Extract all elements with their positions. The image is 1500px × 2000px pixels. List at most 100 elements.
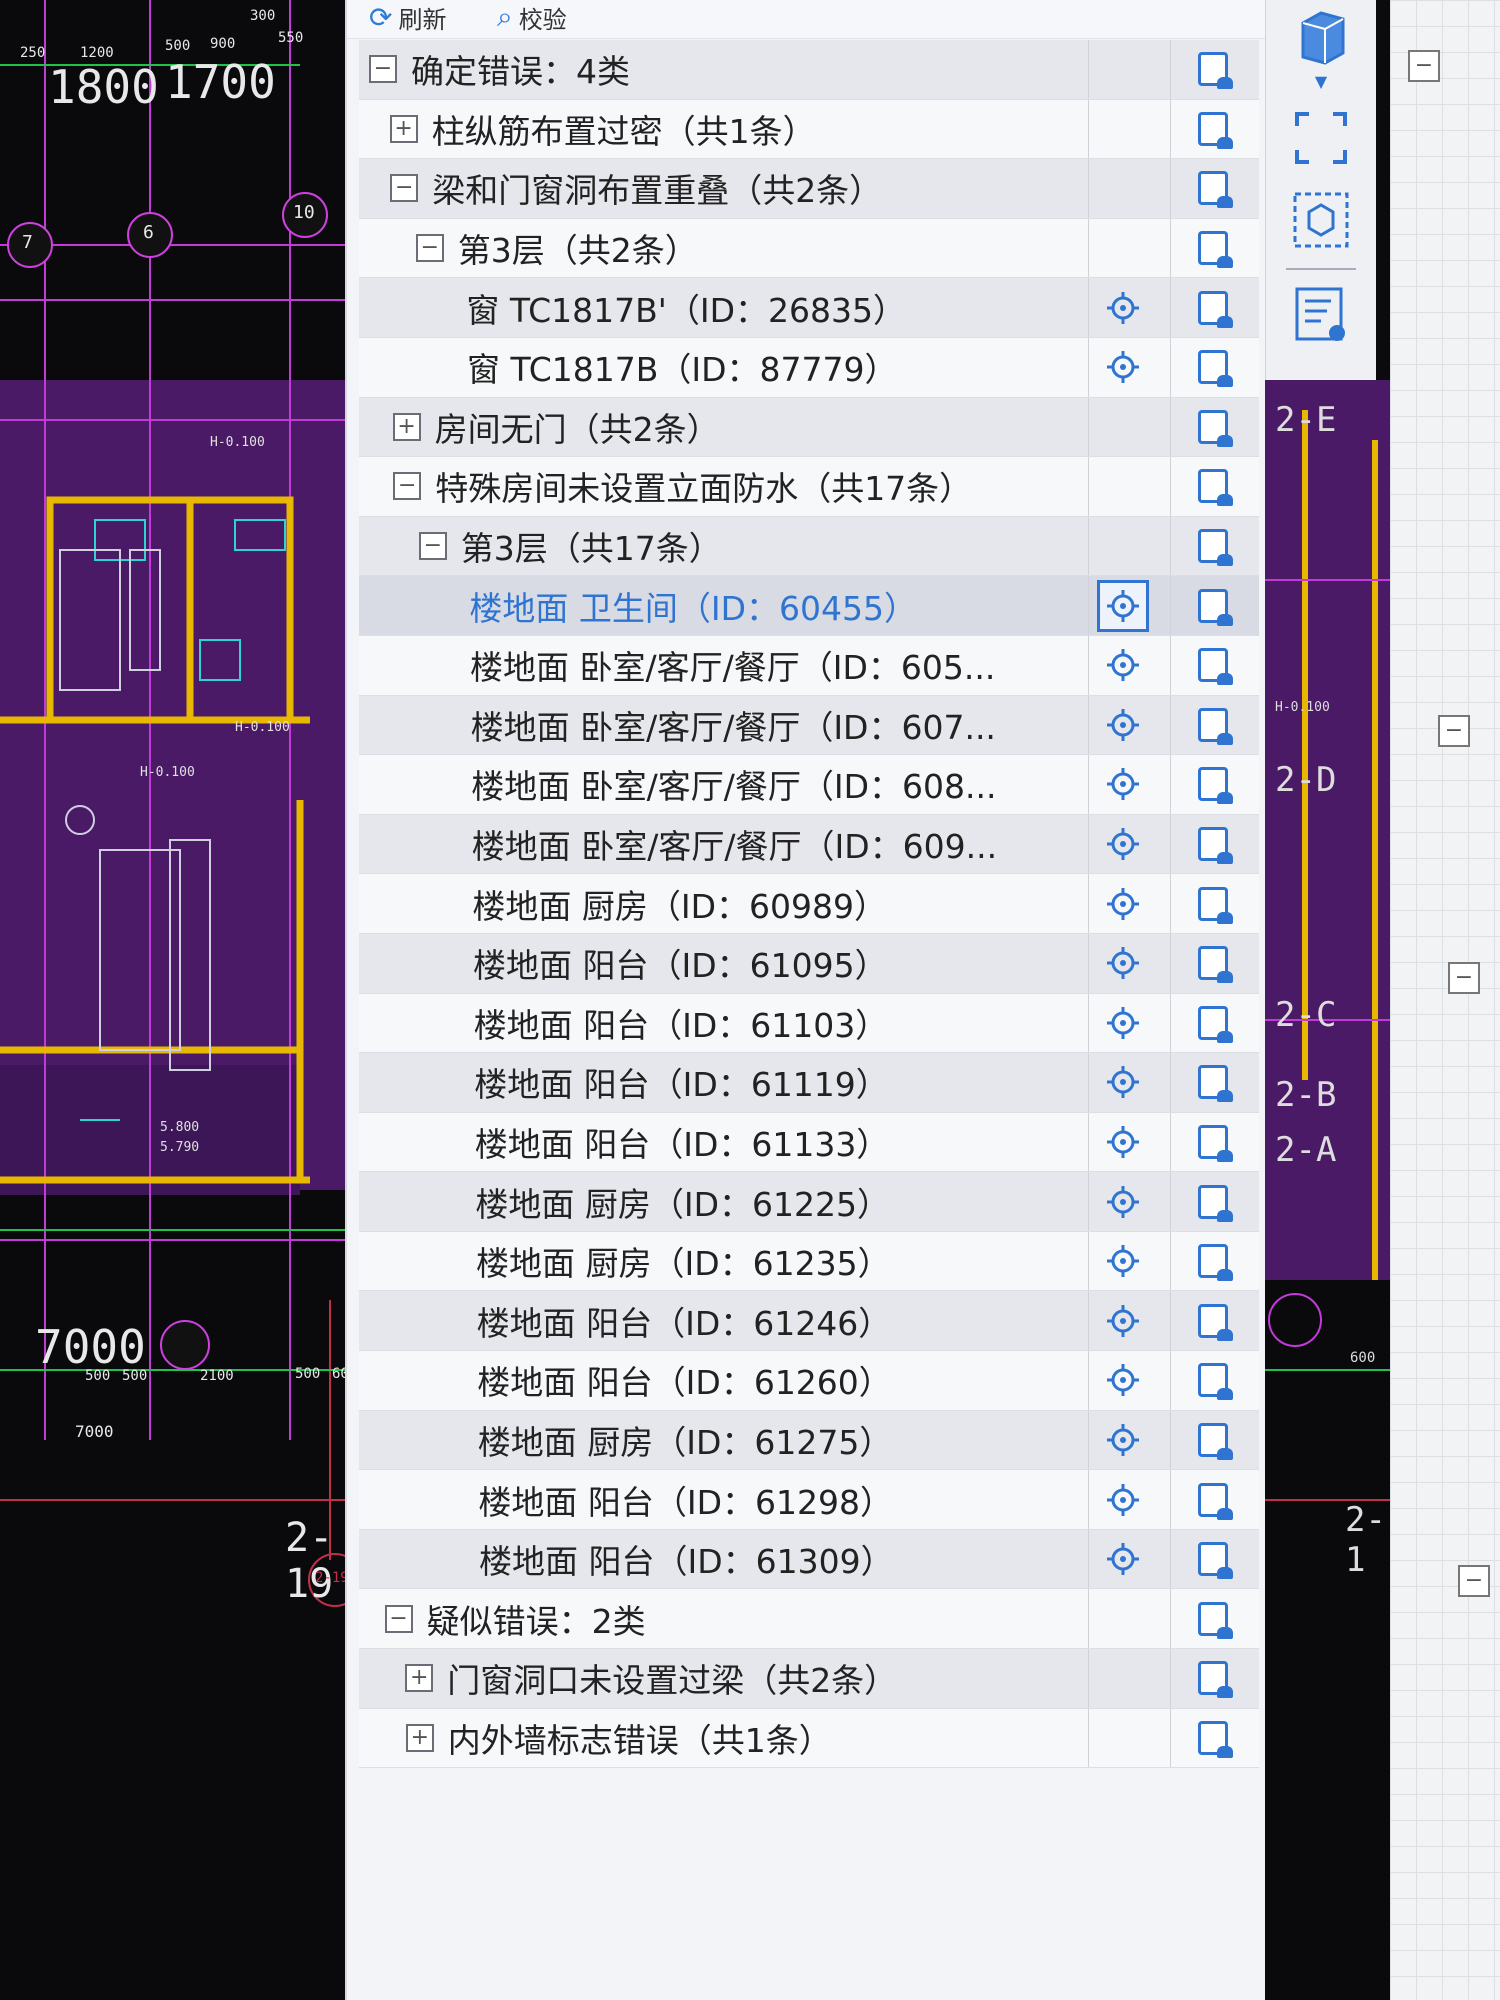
collapse-button[interactable]: −: [1458, 1565, 1490, 1597]
tree-row[interactable]: 楼地面 卧室/客厅/餐厅（ID：608...: [359, 755, 1259, 815]
refresh-button[interactable]: ⟳ 刷新: [369, 1, 446, 34]
locate-target-icon[interactable]: [1097, 639, 1149, 691]
locate-target-icon[interactable]: [1097, 878, 1149, 930]
report-doc-icon[interactable]: [1191, 107, 1235, 151]
report-doc-icon[interactable]: [1191, 1537, 1235, 1581]
tree-row[interactable]: 楼地面 阳台（ID：61260）: [359, 1351, 1259, 1411]
cube-view-button[interactable]: [1266, 5, 1376, 65]
report-doc-icon[interactable]: [1191, 882, 1235, 926]
expand-icon[interactable]: +: [392, 412, 421, 441]
report-doc-icon[interactable]: [1191, 584, 1235, 628]
locate-target-icon[interactable]: [1097, 1116, 1149, 1168]
collapse-button[interactable]: −: [1438, 715, 1470, 747]
report-doc-icon[interactable]: [1191, 822, 1235, 866]
report-doc-icon[interactable]: [1191, 47, 1235, 91]
report-doc-icon[interactable]: [1191, 1239, 1235, 1283]
tree-row[interactable]: − 第3层（共17条）: [359, 516, 1259, 577]
tree-row[interactable]: 楼地面 厨房（ID：61235）: [359, 1231, 1259, 1292]
tree-row[interactable]: 楼地面 阳台（ID：61103）: [359, 993, 1259, 1054]
expand-icon[interactable]: +: [405, 1664, 434, 1693]
report-doc-icon[interactable]: [1191, 703, 1235, 747]
tree-row[interactable]: − 确定错误：4类: [359, 40, 1259, 100]
tree-row[interactable]: − 疑似错误：2类: [359, 1589, 1259, 1650]
report-doc-icon[interactable]: [1191, 286, 1235, 330]
locate-target-icon[interactable]: [1097, 1295, 1149, 1347]
report-doc-icon[interactable]: [1191, 1060, 1235, 1104]
locate-target-icon[interactable]: [1097, 699, 1149, 751]
tree-row[interactable]: 窗 TC1817B'（ID：26835）: [359, 278, 1259, 338]
report-doc-icon[interactable]: [1191, 1418, 1235, 1462]
locate-target-icon[interactable]: [1097, 1176, 1149, 1228]
tree-row[interactable]: 楼地面 卧室/客厅/餐厅（ID：605...: [359, 635, 1259, 696]
report-doc-icon[interactable]: [1191, 1358, 1235, 1402]
locate-target-icon[interactable]: [1097, 1414, 1149, 1466]
tree-row[interactable]: 楼地面 阳台（ID：61246）: [359, 1291, 1259, 1352]
tree-row[interactable]: + 房间无门（共2条）: [359, 397, 1259, 458]
tree-row[interactable]: + 内外墙标志错误（共1条）: [359, 1708, 1259, 1769]
collapse-button[interactable]: −: [1408, 50, 1440, 82]
collapse-button[interactable]: −: [1448, 962, 1480, 994]
report-doc-icon[interactable]: [1191, 762, 1235, 806]
report-doc-icon[interactable]: [1191, 464, 1235, 508]
report-doc-icon[interactable]: [1191, 1120, 1235, 1164]
report-doc-icon[interactable]: [1191, 166, 1235, 210]
cad-canvas-right[interactable]: 2-E 2-D 2-C 2-B 2-A 2-1 H-0.100 600: [1265, 380, 1390, 2000]
report-doc-icon[interactable]: [1191, 1001, 1235, 1045]
collapse-icon[interactable]: −: [390, 174, 419, 203]
tree-row[interactable]: 楼地面 厨房（ID：61275）: [359, 1410, 1259, 1471]
locate-target-icon[interactable]: [1097, 282, 1149, 334]
expand-icon[interactable]: +: [389, 114, 418, 143]
locate-target-icon[interactable]: [1097, 1354, 1149, 1406]
tree-row[interactable]: 楼地面 卧室/客厅/餐厅（ID：609...: [359, 814, 1259, 875]
locate-target-icon[interactable]: [1097, 1533, 1149, 1585]
report-doc-icon[interactable]: [1191, 643, 1235, 687]
collapse-icon[interactable]: −: [418, 532, 447, 561]
tree-row[interactable]: 楼地面 阳台（ID：61095）: [359, 933, 1259, 994]
locate-target-icon[interactable]: [1097, 579, 1149, 632]
tree-row[interactable]: + 门窗洞口未设置过梁（共2条）: [359, 1649, 1259, 1709]
locate-target-icon[interactable]: [1097, 1056, 1149, 1108]
locate-target-icon[interactable]: [1097, 1474, 1149, 1526]
report-doc-icon[interactable]: [1191, 941, 1235, 985]
report-doc-icon[interactable]: [1191, 1180, 1235, 1224]
tree-row[interactable]: − 第3层（共2条）: [359, 218, 1259, 279]
tree-row[interactable]: 楼地面 厨房（ID：61225）: [359, 1172, 1259, 1232]
tree-row[interactable]: − 梁和门窗洞布置重叠（共2条）: [359, 159, 1259, 219]
collapse-icon[interactable]: −: [393, 472, 422, 501]
collapse-icon[interactable]: −: [415, 234, 444, 263]
cad-canvas-left[interactable]: 1800 1700 250 1200 500 900 550 300 7 6 1…: [0, 0, 360, 2000]
report-doc-icon[interactable]: [1191, 524, 1235, 568]
locate-target-icon[interactable]: [1097, 1235, 1149, 1287]
check-button[interactable]: ⌕ 校验: [497, 0, 567, 34]
locate-target-icon[interactable]: [1097, 818, 1149, 870]
select-3d-button[interactable]: [1266, 190, 1376, 250]
tree-row[interactable]: + 柱纵筋布置过密（共1条）: [359, 99, 1259, 160]
report-doc-icon[interactable]: [1191, 1478, 1235, 1522]
tree-row[interactable]: 楼地面 卧室/客厅/餐厅（ID：607...: [359, 695, 1259, 756]
locate-target-icon[interactable]: [1097, 341, 1149, 393]
expand-icon[interactable]: +: [405, 1723, 434, 1752]
report-doc-icon[interactable]: [1191, 1656, 1235, 1700]
tree-row[interactable]: 楼地面 阳台（ID：61309）: [359, 1529, 1259, 1590]
tree-row[interactable]: 楼地面 卫生间（ID：60455）: [359, 576, 1259, 636]
fit-view-button[interactable]: [1266, 108, 1376, 168]
report-doc-icon[interactable]: [1191, 405, 1235, 449]
tree-row[interactable]: 楼地面 阳台（ID：61119）: [359, 1053, 1259, 1113]
report-doc-icon[interactable]: [1191, 1716, 1235, 1760]
locate-target-icon[interactable]: [1097, 758, 1149, 810]
property-list-button[interactable]: [1266, 285, 1376, 345]
tree-row[interactable]: 楼地面 厨房（ID：60989）: [359, 874, 1259, 934]
tree-row[interactable]: 楼地面 阳台（ID：61133）: [359, 1112, 1259, 1173]
report-doc-icon[interactable]: [1191, 1299, 1235, 1343]
tree-row[interactable]: 楼地面 阳台（ID：61298）: [359, 1470, 1259, 1530]
tree-row[interactable]: − 特殊房间未设置立面防水（共17条）: [359, 457, 1259, 517]
collapse-icon[interactable]: −: [369, 55, 397, 84]
collapse-icon[interactable]: −: [384, 1604, 413, 1633]
chevron-down-icon[interactable]: ▼: [1266, 72, 1376, 91]
locate-target-icon[interactable]: [1097, 997, 1149, 1049]
report-doc-icon[interactable]: [1191, 226, 1235, 270]
tree-row[interactable]: 窗 TC1817B（ID：87779）: [359, 337, 1259, 398]
report-doc-icon[interactable]: [1191, 345, 1235, 389]
locate-target-icon[interactable]: [1097, 937, 1149, 989]
report-doc-icon[interactable]: [1191, 1597, 1235, 1641]
